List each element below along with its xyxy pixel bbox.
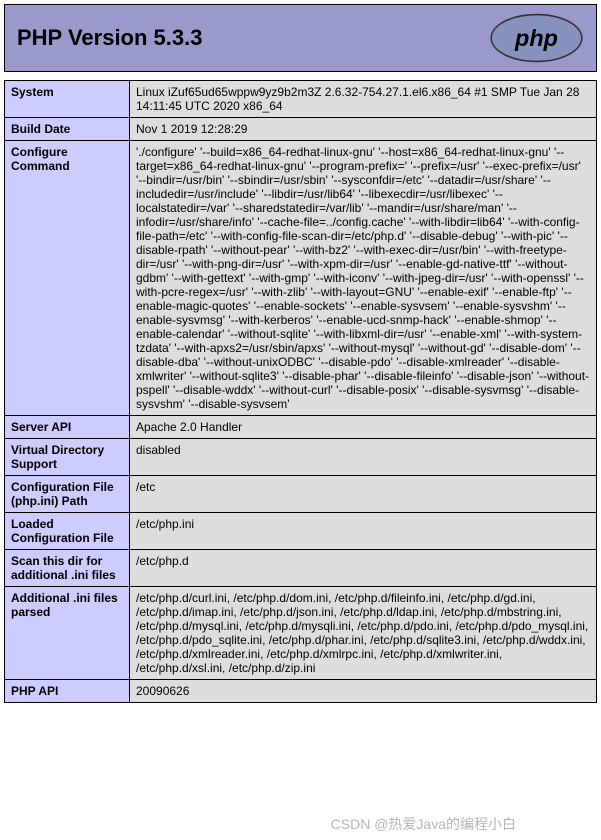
row-value: /etc/php.ini bbox=[130, 513, 597, 550]
table-row: Configure Command './configure' '--build… bbox=[5, 141, 597, 416]
row-value: /etc bbox=[130, 476, 597, 513]
row-value: Nov 1 2019 12:28:29 bbox=[130, 118, 597, 141]
table-row: Configuration File (php.ini) Path /etc bbox=[5, 476, 597, 513]
table-row: PHP API 20090626 bbox=[5, 680, 597, 703]
row-value: disabled bbox=[130, 439, 597, 476]
svg-text:php: php bbox=[514, 25, 558, 51]
row-value: Apache 2.0 Handler bbox=[130, 416, 597, 439]
table-row: Loaded Configuration File /etc/php.ini bbox=[5, 513, 597, 550]
row-label: Build Date bbox=[5, 118, 130, 141]
table-row: Build Date Nov 1 2019 12:28:29 bbox=[5, 118, 597, 141]
row-label: Additional .ini files parsed bbox=[5, 587, 130, 680]
row-value: './configure' '--build=x86_64-redhat-lin… bbox=[130, 141, 597, 416]
row-value: Linux iZuf65ud65wppw9yz9b2m3Z 2.6.32-754… bbox=[130, 81, 597, 118]
row-label: Virtual Directory Support bbox=[5, 439, 130, 476]
watermark: CSDN @热爱Java的编程小白 bbox=[331, 814, 516, 834]
table-row: Server API Apache 2.0 Handler bbox=[5, 416, 597, 439]
row-label: Configuration File (php.ini) Path bbox=[5, 476, 130, 513]
page-header: PHP Version 5.3.3 php bbox=[4, 4, 597, 72]
info-table: System Linux iZuf65ud65wppw9yz9b2m3Z 2.6… bbox=[4, 80, 597, 703]
row-value: /etc/php.d/curl.ini, /etc/php.d/dom.ini,… bbox=[130, 587, 597, 680]
table-row: System Linux iZuf65ud65wppw9yz9b2m3Z 2.6… bbox=[5, 81, 597, 118]
table-row: Scan this dir for additional .ini files … bbox=[5, 550, 597, 587]
row-label: Configure Command bbox=[5, 141, 130, 416]
row-value: /etc/php.d bbox=[130, 550, 597, 587]
row-label: PHP API bbox=[5, 680, 130, 703]
row-label: Scan this dir for additional .ini files bbox=[5, 550, 130, 587]
row-value: 20090626 bbox=[130, 680, 597, 703]
row-label: Loaded Configuration File bbox=[5, 513, 130, 550]
row-label: System bbox=[5, 81, 130, 118]
php-logo: php bbox=[489, 13, 584, 63]
table-row: Additional .ini files parsed /etc/php.d/… bbox=[5, 587, 597, 680]
row-label: Server API bbox=[5, 416, 130, 439]
table-row: Virtual Directory Support disabled bbox=[5, 439, 597, 476]
page-title: PHP Version 5.3.3 bbox=[17, 25, 202, 51]
